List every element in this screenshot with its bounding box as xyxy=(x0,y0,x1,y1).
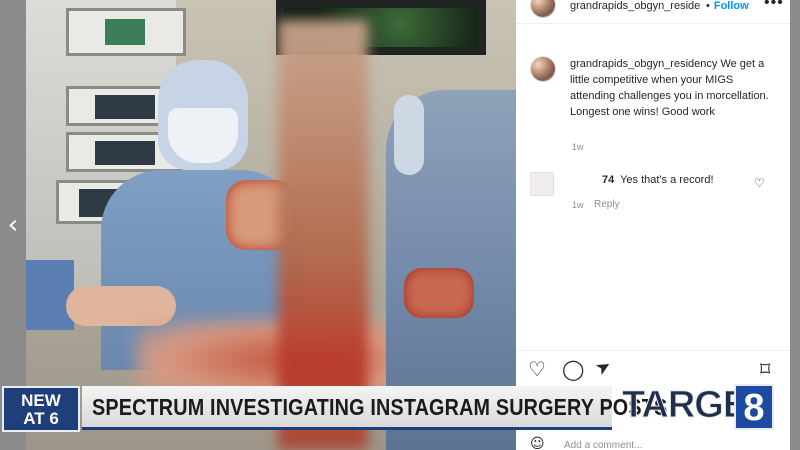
post-photo[interactable] xyxy=(26,0,516,450)
second-surgeon-cap xyxy=(394,95,424,175)
post-username[interactable]: grandrapids_obgyn_reside xyxy=(570,0,706,12)
comment-username[interactable]: 74 xyxy=(602,174,614,186)
share-icon[interactable]: ➤ xyxy=(592,355,616,381)
assistant-arm xyxy=(26,260,74,330)
post-caption: grandrapids_obgyn_residency We get a lit… xyxy=(570,56,776,120)
emoji-icon[interactable]: ☺ xyxy=(530,436,545,450)
action-bar: ♡ ◯ ➤ ⌑ xyxy=(516,350,790,386)
commenter-avatar[interactable] xyxy=(530,172,554,196)
save-icon[interactable]: ⌑ xyxy=(760,357,770,381)
reply-button[interactable]: Reply xyxy=(594,199,620,210)
badge-line1: NEW xyxy=(21,391,61,410)
equipment-unit xyxy=(66,8,186,56)
caption-timestamp[interactable]: 1w xyxy=(572,142,584,152)
carousel-prev-icon[interactable]: ‹ xyxy=(2,208,24,242)
comment-icon[interactable]: ◯ xyxy=(562,357,584,381)
caption-avatar[interactable] xyxy=(530,56,556,82)
second-surgeon-hand xyxy=(404,268,474,318)
like-icon[interactable]: ♡ xyxy=(528,357,546,381)
comment: 74 Yes that's a record! xyxy=(602,174,714,186)
comment-timestamp: 1w xyxy=(572,200,584,210)
comment-like-icon[interactable]: ♡ xyxy=(754,176,765,190)
follow-button[interactable]: • Follow xyxy=(706,0,749,12)
headline-banner: SPECTRUM INVESTIGATING INSTAGRAM SURGERY… xyxy=(82,386,667,430)
more-options-icon[interactable]: ••• xyxy=(764,0,784,12)
badge-line2: AT 6 xyxy=(23,409,59,428)
caption-username[interactable]: grandrapids_obgyn_residency xyxy=(570,58,717,70)
add-comment-input[interactable]: Add a comment... xyxy=(564,440,642,450)
post-header: grandrapids_obgyn_reside • Follow ••• xyxy=(516,0,790,24)
headline-text: SPECTRUM INVESTIGATING INSTAGRAM SURGERY… xyxy=(92,394,668,420)
comment-text: Yes that's a record! xyxy=(620,174,714,186)
avatar[interactable] xyxy=(530,0,556,18)
new-at-6-badge: NEW AT 6 xyxy=(2,386,80,432)
logo-number: 8 xyxy=(734,384,774,430)
target-8-logo: TARGET 8 xyxy=(621,382,782,432)
